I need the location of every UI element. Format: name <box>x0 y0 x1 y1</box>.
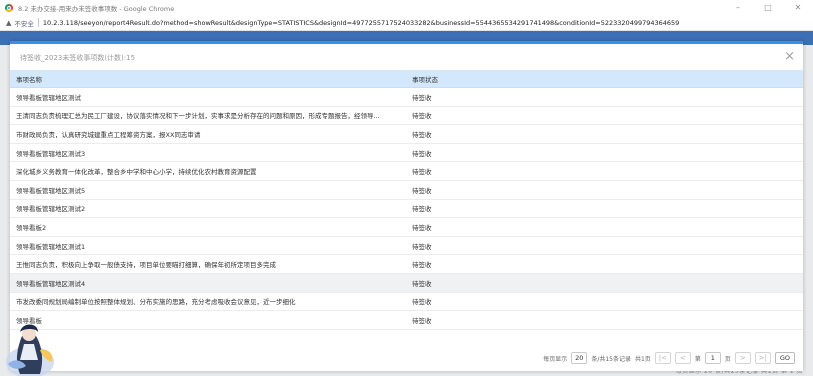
minimize-button[interactable]: – <box>723 0 753 15</box>
item-name: 领导看板管辖地区测试3 <box>16 149 86 158</box>
table-row[interactable]: 市发改委同规划局编制单位按照整体规划、分布实施的思路，充分考虑吸收会议意见，近一… <box>10 293 803 312</box>
page-suffix: 页 <box>724 355 731 363</box>
item-status: 待签收 <box>412 168 432 177</box>
maximize-button[interactable]: □ <box>753 0 783 15</box>
dialog-title: 待签收_2023未签收事项数(计数):15 <box>20 53 136 62</box>
item-name: 市发改委同规划局编制单位按照整体规划、分布实施的思路，充分考虑吸收会议意见，近一… <box>16 298 296 307</box>
item-status: 待签收 <box>412 93 432 102</box>
address-bar[interactable]: ▲ 不安全 10.2.3.118/seeyon/report4Result.do… <box>0 15 813 31</box>
item-status: 待签收 <box>412 186 432 195</box>
item-name: 领导看板管辖地区测试2 <box>16 205 86 214</box>
item-name: 领导看板管辖地区测试5 <box>16 186 86 195</box>
item-status: 待签收 <box>412 149 432 158</box>
table-row[interactable]: 领导看板管辖地区测试1 待签收 <box>10 237 803 256</box>
go-button[interactable]: GO <box>774 352 795 364</box>
item-name: 领导看板2 <box>16 223 47 232</box>
warning-icon: ▲ <box>6 18 12 27</box>
browser-title-bar: 8.2 未办交接-用来办未签收事项数 - Google Chrome – □ ✕ <box>0 0 813 15</box>
item-status: 待签收 <box>412 205 432 214</box>
item-status: 待签收 <box>412 316 432 325</box>
item-status: 待签收 <box>412 112 432 121</box>
item-name: 领导看板管辖地区测试1 <box>16 242 86 251</box>
table-row[interactable]: 领导看板管辖地区测试5 待签收 <box>10 181 803 200</box>
item-name: 王惟同志负责，积极向上争取一般债支持，项目单位要瞄打细算，确保年初所定项目多完成 <box>16 261 276 270</box>
prev-page-button[interactable]: < <box>674 352 691 364</box>
item-status: 待签收 <box>412 242 432 251</box>
close-icon[interactable]: × <box>784 50 795 63</box>
page-prefix: 第 <box>694 355 701 363</box>
item-name: 王清同志负责梳理汇总为民工厂建设，协议落实情况和下一步计划，实事求是分析存在的问… <box>16 112 380 121</box>
window-title: 8.2 未办交接-用来办未签收事项数 - Google Chrome <box>18 4 175 13</box>
total-pages-label: 共1页 <box>634 355 651 363</box>
url-text[interactable]: 10.2.3.118/seeyon/report4Result.do?metho… <box>43 19 679 27</box>
item-name: 领导看板管辖地区测试4 <box>16 279 86 288</box>
table-row[interactable]: 领导看板管辖地区测试3 待签收 <box>10 144 803 163</box>
table-row[interactable]: 市财政局负责，认真研究城建重点工程筹资方案，报XX同志审请 待签收 <box>10 125 803 144</box>
column-header-status[interactable]: 事项状态 <box>410 74 438 84</box>
last-page-button[interactable]: >| <box>754 352 771 364</box>
item-name: 深化城乡义务教育一体化改革，整合乡中学和中心小学，持续优化农村教育资源配置 <box>16 168 257 177</box>
divider <box>37 18 39 27</box>
item-status: 待签收 <box>412 261 432 270</box>
table-header: 事项名称 事项状态 <box>10 70 803 88</box>
close-window-button[interactable]: ✕ <box>783 0 813 15</box>
mascot-image <box>6 324 54 376</box>
next-page-button[interactable]: > <box>734 352 751 364</box>
table-row[interactable]: 王清同志负责梳理汇总为民工厂建设，协议落实情况和下一步计划，实事求是分析存在的问… <box>10 107 803 126</box>
dialog-header: 待签收_2023未签收事项数(计数):15 × <box>10 44 803 71</box>
table-row-hovered[interactable]: 领导看板管辖地区测试4 待签收 <box>10 273 803 293</box>
result-table: 事项名称 事项状态 领导看板管辖地区测试 待签收 王清同志负责梳理汇总为民工厂建… <box>10 70 803 330</box>
security-label[interactable]: 不安全 <box>14 18 34 28</box>
table-row[interactable]: 深化城乡义务教育一体化改革，整合乡中学和中心小学，持续优化农村教育资源配置 待签… <box>10 162 803 181</box>
item-name: 市财政局负责，认真研究城建重点工程筹资方案，报XX同志审请 <box>16 130 201 139</box>
item-status: 待签收 <box>412 223 432 232</box>
table-row[interactable]: 领导看板管辖地区测试2 待签收 <box>10 200 803 219</box>
item-name: 领导看板 <box>16 316 42 325</box>
records-label: 条/共15条记录 <box>591 355 631 363</box>
column-header-name[interactable]: 事项名称 <box>10 74 410 84</box>
report-dialog: 待签收_2023未签收事项数(计数):15 × 事项名称 事项状态 领导看板管辖… <box>10 41 803 371</box>
item-status: 待签收 <box>412 279 432 288</box>
item-status: 待签收 <box>412 298 432 307</box>
per-page-input[interactable]: 20 <box>571 352 588 364</box>
table-row[interactable]: 领导看板管辖地区测试 待签收 <box>10 88 803 107</box>
pagination: 每页显示 20 条/共15条记录 共1页 |< < 第 1 页 > >| GO <box>543 351 795 365</box>
item-name: 领导看板管辖地区测试 <box>16 93 81 102</box>
table-row[interactable]: 领导看板 待签收 <box>10 311 803 330</box>
per-page-label: 每页显示 <box>543 355 568 363</box>
chrome-logo-icon <box>5 3 13 12</box>
window-controls: – □ ✕ <box>723 0 813 15</box>
item-status: 待签收 <box>412 130 432 139</box>
first-page-button[interactable]: |< <box>654 352 671 364</box>
page-number-input[interactable]: 1 <box>704 352 721 364</box>
table-row[interactable]: 王惟同志负责，积极向上争取一般债支持，项目单位要瞄打细算，确保年初所定项目多完成… <box>10 255 803 274</box>
table-row[interactable]: 领导看板2 待签收 <box>10 218 803 237</box>
